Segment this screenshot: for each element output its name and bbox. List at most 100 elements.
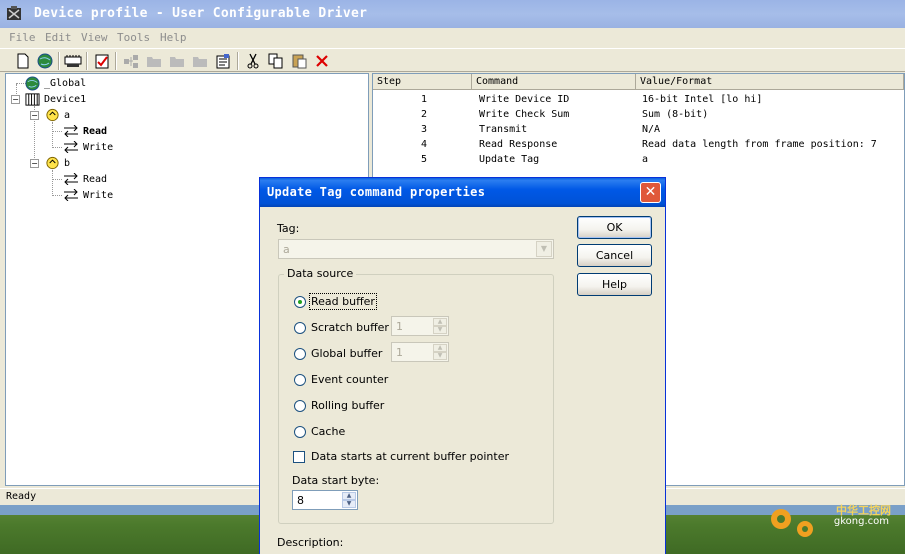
cache-label[interactable]: Cache [311, 425, 345, 438]
row-value[interactable]: a [642, 154, 648, 169]
row-value[interactable]: Sum (8-bit) [642, 109, 708, 124]
title-bar: Device profile - User Configurable Drive… [0, 0, 905, 28]
buffer-pointer-checkbox[interactable] [293, 451, 305, 463]
spin-down-icon: ▼ [433, 352, 447, 360]
scratch-buffer-stepper: 1 ▲ ▼ [391, 316, 449, 336]
transfer-icon [64, 125, 78, 137]
tree-line [52, 122, 53, 146]
row-command[interactable]: Update Tag [479, 154, 539, 169]
window-title: Device profile - User Configurable Drive… [34, 6, 368, 21]
folder-icon [145, 52, 163, 70]
scratch-buffer-radio[interactable] [294, 322, 306, 334]
row-command[interactable]: Write Device ID [479, 94, 569, 109]
read-buffer-label[interactable]: Read buffer [309, 293, 377, 310]
transfer-icon [64, 141, 78, 153]
collapse-icon[interactable]: − [30, 111, 39, 120]
column-header-step[interactable]: Step [373, 74, 472, 90]
transfer-icon [64, 173, 78, 185]
tree-line [52, 195, 62, 196]
delete-icon[interactable] [313, 52, 331, 70]
cut-icon[interactable] [244, 52, 262, 70]
row-value[interactable]: 16-bit Intel [lo hi] [642, 94, 762, 109]
toolbar [0, 48, 905, 72]
row-step[interactable]: 5 [421, 154, 427, 169]
tag-select: a ▼ [278, 239, 554, 259]
tree-line [52, 179, 62, 180]
tree-item-read[interactable]: Read [63, 171, 107, 187]
row-command[interactable]: Write Check Sum [479, 109, 569, 124]
global-buffer-radio[interactable] [294, 348, 306, 360]
checklist-icon[interactable] [93, 52, 111, 70]
device-icon [25, 92, 40, 106]
row-step[interactable]: 3 [421, 124, 427, 139]
menu-view[interactable]: View [81, 31, 108, 44]
tag-select-value: a [283, 243, 290, 256]
dialog-title: Update Tag command properties [267, 185, 486, 199]
row-step[interactable]: 1 [421, 94, 427, 109]
tree-line [52, 170, 53, 194]
paste-icon[interactable] [290, 52, 308, 70]
tag-group-icon [122, 52, 140, 70]
start-byte-stepper[interactable]: 8 ▲ ▼ [292, 490, 358, 510]
collapse-icon[interactable]: − [11, 95, 20, 104]
row-step[interactable]: 4 [421, 139, 427, 154]
rolling-buffer-radio[interactable] [294, 400, 306, 412]
cache-radio[interactable] [294, 426, 306, 438]
menu-file[interactable]: File [9, 31, 36, 44]
global-buffer-label[interactable]: Global buffer [311, 347, 382, 360]
tree-item-global[interactable]: _Global [25, 75, 86, 91]
collapse-icon[interactable]: − [30, 159, 39, 168]
new-icon[interactable] [14, 52, 32, 70]
menu-tools[interactable]: Tools [117, 31, 150, 44]
event-counter-radio[interactable] [294, 374, 306, 386]
description-label: Description: [277, 536, 344, 549]
tree-item-tag-a[interactable]: a [45, 107, 70, 123]
row-command[interactable]: Transmit [479, 124, 527, 139]
copy-icon[interactable] [267, 52, 285, 70]
column-header-value[interactable]: Value/Format [636, 74, 904, 90]
tree-item-device[interactable]: Device1 [25, 91, 86, 107]
global-buffer-stepper: 1 ▲ ▼ [391, 342, 449, 362]
spin-up-icon[interactable]: ▲ [342, 492, 356, 500]
row-command[interactable]: Read Response [479, 139, 557, 154]
spin-down-icon[interactable]: ▼ [342, 500, 356, 508]
tree-item-tag-b[interactable]: b [45, 155, 70, 171]
menu-edit[interactable]: Edit [45, 31, 72, 44]
event-counter-label[interactable]: Event counter [311, 373, 388, 386]
scratch-buffer-label[interactable]: Scratch buffer [311, 321, 389, 334]
chevron-down-icon: ▼ [536, 241, 552, 257]
row-value[interactable]: N/A [642, 124, 660, 139]
close-icon[interactable]: ✕ [640, 182, 661, 203]
tree-line [52, 131, 62, 132]
transfer-icon [64, 189, 78, 201]
tree-item-label: b [64, 157, 71, 169]
dialog-title-bar[interactable]: Update Tag command properties ✕ [260, 178, 665, 207]
column-header-command[interactable]: Command [472, 74, 636, 90]
toolbar-separator [115, 52, 117, 70]
read-buffer-radio[interactable] [294, 296, 306, 308]
folder-icon [168, 52, 186, 70]
device-icon[interactable] [64, 52, 82, 70]
tag-icon [46, 108, 59, 122]
spin-down-icon: ▼ [433, 326, 447, 334]
row-value[interactable]: Read data length from frame position: 7 [642, 139, 877, 154]
rolling-buffer-label[interactable]: Rolling buffer [311, 399, 384, 412]
spin-up-icon: ▲ [433, 344, 447, 352]
tree-item-label: Device1 [44, 93, 87, 105]
tree-item-write[interactable]: Write [63, 139, 113, 155]
tree-item-read[interactable]: Read [63, 123, 107, 139]
tree-item-label: a [64, 109, 71, 121]
menu-help[interactable]: Help [160, 31, 187, 44]
ok-button[interactable]: OK [577, 216, 652, 239]
watermark-subtext: gkong.com [833, 516, 889, 527]
tree-item-write[interactable]: Write [63, 187, 113, 203]
global-buffer-value: 1 [396, 346, 403, 359]
cancel-button[interactable]: Cancel [577, 244, 652, 267]
globe-icon[interactable] [36, 52, 54, 70]
buffer-pointer-label[interactable]: Data starts at current buffer pointer [311, 450, 509, 463]
start-byte-label: Data start byte: [292, 474, 380, 487]
properties-icon[interactable] [214, 52, 232, 70]
tree-item-label: _Global [44, 77, 87, 89]
help-button[interactable]: Help [577, 273, 652, 296]
row-step[interactable]: 2 [421, 109, 427, 124]
